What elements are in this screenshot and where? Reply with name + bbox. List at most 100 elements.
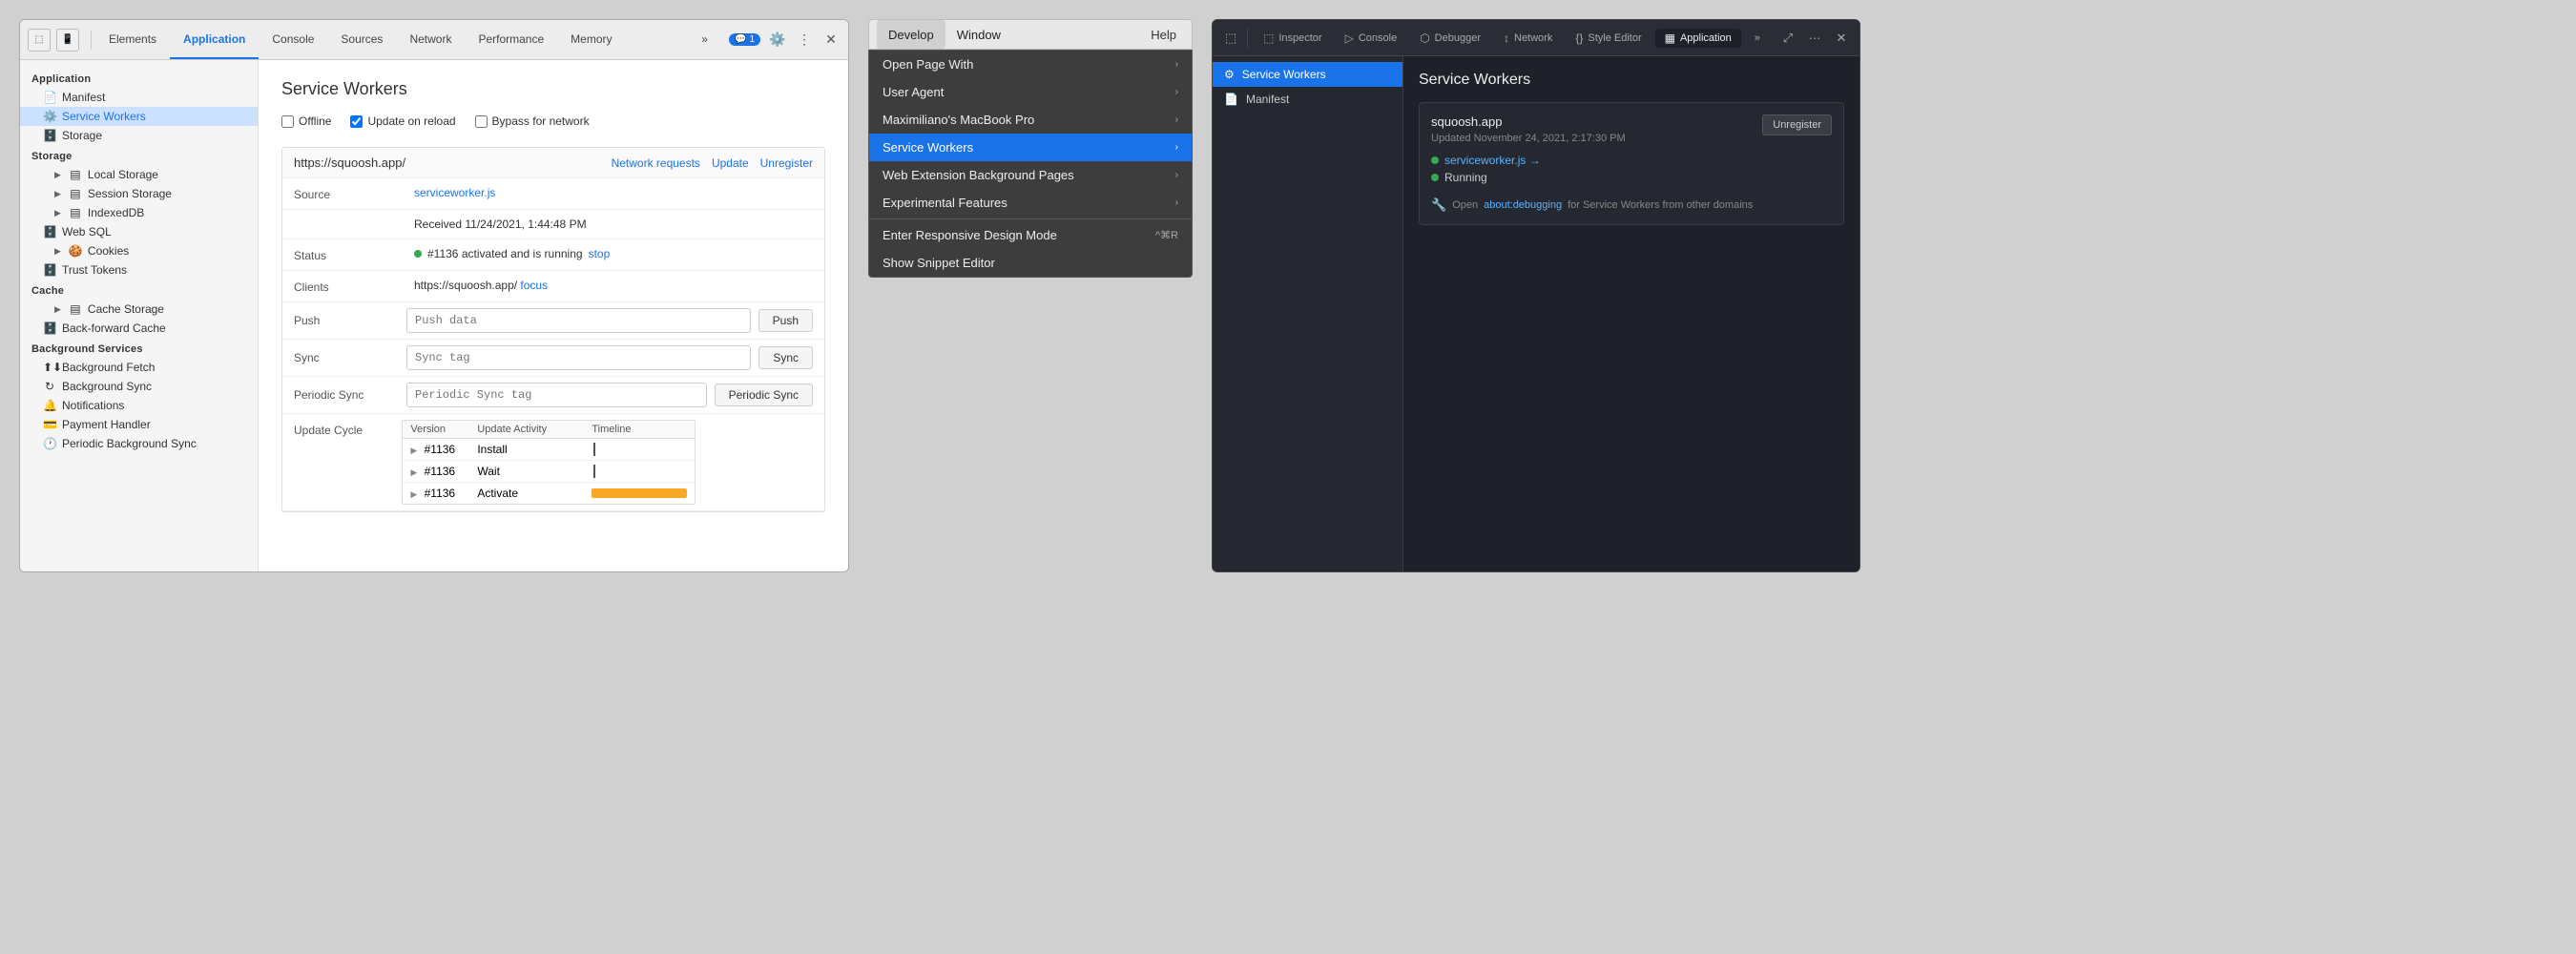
sidebar-item-background-sync[interactable]: ↻ Background Sync bbox=[20, 377, 258, 396]
sidebar-item-cookies[interactable]: ▶ 🍪 Cookies bbox=[20, 241, 258, 260]
sidebar-item-trust-tokens[interactable]: 🗄️ Trust Tokens bbox=[20, 260, 258, 280]
ff-sw-running-row: Running bbox=[1431, 171, 1832, 184]
web-sql-icon: 🗄️ bbox=[43, 225, 56, 238]
ff-sidebar-manifest[interactable]: 📄 Manifest bbox=[1213, 87, 1402, 112]
periodic-sync-button[interactable]: Periodic Sync bbox=[715, 384, 813, 406]
sidebar-item-back-forward-cache[interactable]: 🗄️ Back-forward Cache bbox=[20, 319, 258, 338]
bypass-for-network-option[interactable]: Bypass for network bbox=[475, 114, 590, 128]
sidebar-item-periodic-background-sync[interactable]: 🕐 Periodic Background Sync bbox=[20, 434, 258, 453]
ff-tab-network[interactable]: ↕ Network bbox=[1494, 29, 1562, 48]
sync-input-row: Sync Sync bbox=[282, 340, 824, 377]
ff-wrench-icon: 🔧 bbox=[1431, 197, 1446, 213]
ff-debug-text: 🔧 Open about:debugging for Service Worke… bbox=[1431, 197, 1832, 213]
unregister-link[interactable]: Unregister bbox=[760, 156, 813, 170]
ff-more-icon[interactable]: ··· bbox=[1804, 28, 1825, 49]
dropdown-item-show-snippet-editor[interactable]: Show Snippet Editor bbox=[869, 249, 1192, 277]
settings-icon[interactable]: ⚙️ bbox=[768, 31, 787, 50]
sidebar-item-payment-handler[interactable]: 💳 Payment Handler bbox=[20, 415, 258, 434]
select-element-icon[interactable]: ⬚ bbox=[28, 29, 51, 52]
dropdown-item-macbook-pro[interactable]: Maximiliano's MacBook Pro › bbox=[869, 106, 1192, 134]
tab-application[interactable]: Application bbox=[170, 20, 259, 59]
sidebar-item-session-storage[interactable]: ▶ ▤ Session Storage bbox=[20, 184, 258, 203]
section-label-application: Application bbox=[20, 68, 258, 88]
sync-button[interactable]: Sync bbox=[758, 346, 813, 369]
table-row: ▶ #1136 Wait bbox=[403, 461, 695, 483]
ff-close-icon[interactable]: ✕ bbox=[1831, 28, 1852, 49]
push-button[interactable]: Push bbox=[758, 309, 813, 332]
more-options-icon[interactable]: ⋮ bbox=[795, 31, 814, 50]
ff-running-dot bbox=[1431, 174, 1439, 181]
source-file-link[interactable]: serviceworker.js bbox=[414, 186, 495, 199]
arrow-cookies: ▶ bbox=[54, 246, 61, 257]
sidebar-item-background-fetch[interactable]: ⬆⬇ Background Fetch bbox=[20, 358, 258, 377]
ff-toolbar: ⬚ ⬚ Inspector ▷ Console ⬡ Debugger ↕ Net… bbox=[1213, 20, 1859, 56]
inspector-icon: ⬚ bbox=[1263, 31, 1274, 45]
offline-checkbox[interactable] bbox=[281, 115, 294, 128]
arrow-local-storage: ▶ bbox=[54, 170, 61, 180]
ff-sidebar-service-workers[interactable]: ⚙ Service Workers bbox=[1213, 62, 1402, 87]
timeline-tick-1 bbox=[593, 443, 595, 456]
device-toolbar-icon[interactable]: 📱 bbox=[56, 29, 79, 52]
update-link[interactable]: Update bbox=[712, 156, 749, 170]
push-input-row: Push Push bbox=[282, 302, 824, 340]
ff-tab-application[interactable]: ▦ Application bbox=[1655, 29, 1741, 48]
ff-screen-icon[interactable]: ⬚ bbox=[1220, 28, 1241, 49]
sidebar-item-service-workers[interactable]: ⚙️ Service Workers bbox=[20, 107, 258, 126]
sidebar-item-local-storage[interactable]: ▶ ▤ Local Storage bbox=[20, 165, 258, 184]
sidebar-item-notifications[interactable]: 🔔 Notifications bbox=[20, 396, 258, 415]
tab-console[interactable]: Console bbox=[259, 20, 327, 59]
menu-item-window[interactable]: Window bbox=[945, 20, 1012, 49]
offline-option[interactable]: Offline bbox=[281, 114, 331, 128]
ff-tab-debugger[interactable]: ⬡ Debugger bbox=[1410, 29, 1490, 48]
timeline-2 bbox=[592, 465, 687, 478]
shortcut-text: ^⌘R bbox=[1155, 229, 1178, 241]
dropdown-item-experimental-features[interactable]: Experimental Features › bbox=[869, 189, 1192, 217]
tab-network[interactable]: Network bbox=[396, 20, 465, 59]
push-input[interactable] bbox=[406, 308, 751, 333]
close-icon[interactable]: ✕ bbox=[821, 31, 841, 50]
dropdown-item-web-extension-bg[interactable]: Web Extension Background Pages › bbox=[869, 161, 1192, 189]
cookies-icon: 🍪 bbox=[69, 244, 82, 258]
dropdown-item-open-page-with[interactable]: Open Page With › bbox=[869, 51, 1192, 78]
ff-tab-more[interactable]: » bbox=[1745, 30, 1770, 47]
chevron-icon: › bbox=[1175, 197, 1178, 208]
ff-unregister-button[interactable]: Unregister bbox=[1762, 114, 1832, 135]
sidebar-item-manifest[interactable]: 📄 Manifest bbox=[20, 88, 258, 107]
tab-elements[interactable]: Elements bbox=[95, 20, 170, 59]
sw-header-url-row: https://squoosh.app/ Network requests Up… bbox=[282, 148, 824, 178]
ff-expand-icon[interactable]: ⤢ bbox=[1777, 28, 1798, 49]
sidebar-item-cache-storage[interactable]: ▶ ▤ Cache Storage bbox=[20, 300, 258, 319]
sw-header-actions: Network requests Update Unregister bbox=[612, 156, 813, 170]
ff-about-debugging-link[interactable]: about:debugging bbox=[1484, 199, 1562, 211]
ff-tab-inspector[interactable]: ⬚ Inspector bbox=[1254, 29, 1332, 48]
bypass-for-network-checkbox[interactable] bbox=[475, 115, 488, 128]
tab-sources[interactable]: Sources bbox=[327, 20, 396, 59]
ff-tab-style-editor[interactable]: {} Style Editor bbox=[1566, 29, 1651, 48]
tab-more[interactable]: » bbox=[688, 32, 721, 48]
sidebar-item-storage-main[interactable]: 🗄️ Storage bbox=[20, 126, 258, 145]
ff-tab-console[interactable]: ▷ Console bbox=[1336, 29, 1407, 48]
sw-section: https://squoosh.app/ Network requests Up… bbox=[281, 147, 825, 512]
sync-input[interactable] bbox=[406, 345, 751, 370]
sidebar-item-web-sql[interactable]: 🗄️ Web SQL bbox=[20, 222, 258, 241]
menu-item-help[interactable]: Help bbox=[1143, 28, 1184, 42]
sw-options-bar: Offline Update on reload Bypass for netw… bbox=[281, 114, 825, 128]
sidebar-item-indexed-db[interactable]: ▶ ▤ IndexedDB bbox=[20, 203, 258, 222]
update-on-reload-option[interactable]: Update on reload bbox=[350, 114, 455, 128]
update-on-reload-checkbox[interactable] bbox=[350, 115, 363, 128]
tab-performance[interactable]: Performance bbox=[465, 20, 557, 59]
stop-link[interactable]: stop bbox=[589, 247, 611, 260]
tab-memory[interactable]: Memory bbox=[557, 20, 625, 59]
dropdown-item-service-workers[interactable]: Service Workers › squoosh.app bbox=[869, 134, 1192, 161]
ff-body: ⚙ Service Workers 📄 Manifest Service Wor… bbox=[1213, 56, 1859, 571]
periodic-sync-input[interactable] bbox=[406, 383, 707, 407]
ff-source-link[interactable]: serviceworker.js → bbox=[1444, 154, 1541, 167]
uc-col-activity-header: Update Activity bbox=[477, 424, 592, 435]
ff-toolbar-right: ⤢ ··· ✕ bbox=[1777, 28, 1852, 49]
focus-link[interactable]: focus bbox=[520, 279, 548, 292]
network-requests-link[interactable]: Network requests bbox=[612, 156, 700, 170]
menu-item-develop[interactable]: Develop bbox=[877, 20, 945, 49]
activity-2: Wait bbox=[477, 465, 592, 478]
dropdown-item-responsive-design-mode[interactable]: Enter Responsive Design Mode ^⌘R bbox=[869, 221, 1192, 249]
dropdown-item-user-agent[interactable]: User Agent › bbox=[869, 78, 1192, 106]
